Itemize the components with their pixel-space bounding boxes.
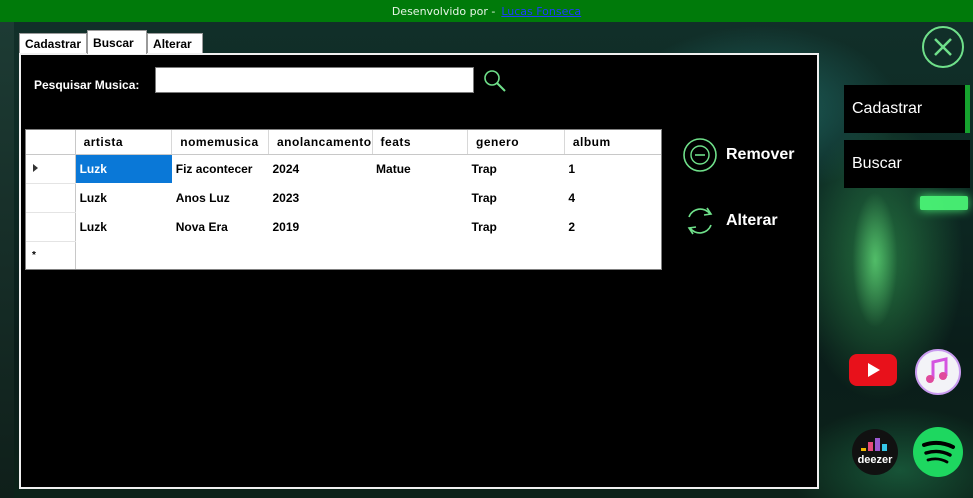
top-bar: Desenvolvido por - Lucas Fonseca (0, 0, 973, 22)
close-icon (934, 38, 952, 56)
cell-nomemusica[interactable]: Nova Era (172, 212, 269, 241)
sidebar-buscar-button[interactable]: Buscar (844, 140, 970, 188)
cell-anolancamento[interactable]: 2023 (269, 183, 373, 212)
cell-feats[interactable]: Matue (372, 154, 467, 183)
spotify-icon (913, 427, 963, 477)
cell-album[interactable]: 1 (564, 154, 661, 183)
buscar-panel: Pesquisar Musica: artista nomemusica ano… (19, 53, 819, 489)
cell-album[interactable]: 4 (564, 183, 661, 212)
remover-label: Remover (726, 146, 795, 163)
remover-button[interactable]: Remover (682, 137, 794, 173)
cell-artista[interactable]: Luzk (75, 212, 172, 241)
new-row-cells[interactable] (75, 241, 661, 269)
cell-anolancamento[interactable]: 2024 (269, 154, 373, 183)
cell-nomemusica[interactable]: Fiz acontecer (172, 154, 269, 183)
refresh-icon (687, 207, 713, 235)
remove-circle-icon (683, 138, 717, 172)
search-button[interactable] (481, 67, 509, 95)
cell-album[interactable]: 2 (564, 212, 661, 241)
cell-artista[interactable]: Luzk (75, 183, 172, 212)
search-icon (484, 70, 506, 92)
alterar-button[interactable]: Alterar (682, 203, 778, 239)
search-input[interactable] (155, 67, 474, 93)
background-figure (830, 160, 920, 360)
table-row[interactable]: Luzk Anos Luz 2023 Trap 4 (26, 183, 661, 213)
developer-link[interactable]: Lucas Fonseca (501, 5, 581, 18)
cell-anolancamento[interactable]: 2019 (269, 212, 373, 241)
cell-feats[interactable] (372, 183, 467, 212)
cell-nomemusica[interactable]: Anos Luz (172, 183, 269, 212)
tab-alterar[interactable]: Alterar (147, 33, 204, 54)
column-header-album[interactable]: album (564, 130, 661, 155)
itunes-icon (915, 349, 961, 395)
youtube-icon (849, 354, 897, 386)
column-header-feats[interactable]: feats (372, 130, 469, 155)
background-edge (0, 22, 14, 498)
developer-credit: Desenvolvido por - (391, 4, 496, 18)
cell-artista[interactable]: Luzk (75, 154, 172, 183)
deezer-wordmark: deezer (858, 454, 894, 466)
cell-feats[interactable] (372, 212, 467, 241)
background-neon-light (920, 196, 968, 210)
cell-genero[interactable]: Trap (468, 183, 565, 212)
deezer-icon: deezer (852, 429, 898, 475)
row-header[interactable] (26, 183, 76, 213)
search-label: Pesquisar Musica: (34, 78, 140, 92)
current-row-arrow-icon[interactable] (26, 154, 76, 184)
grid-header-row: artista nomemusica anolancamento feats g… (26, 130, 661, 155)
column-header-genero[interactable]: genero (467, 130, 565, 155)
deezer-button[interactable]: deezer (851, 428, 899, 476)
new-row[interactable]: * (26, 241, 661, 269)
itunes-button[interactable] (914, 348, 962, 396)
table-row[interactable]: Luzk Fiz acontecer 2024 Matue Trap 1 (26, 154, 661, 184)
row-header-corner (26, 130, 76, 155)
row-header[interactable] (26, 212, 76, 242)
table-row[interactable]: Luzk Nova Era 2019 Trap 2 (26, 212, 661, 242)
column-header-nomemusica[interactable]: nomemusica (171, 130, 269, 155)
column-header-anolancamento[interactable]: anolancamento (268, 130, 373, 155)
tab-cadastrar[interactable]: Cadastrar (19, 33, 88, 54)
sidebar-cadastrar-button[interactable]: Cadastrar (844, 85, 970, 133)
new-row-marker[interactable]: * (26, 241, 76, 269)
results-grid[interactable]: artista nomemusica anolancamento feats g… (25, 129, 662, 270)
column-header-artista[interactable]: artista (75, 130, 173, 155)
cell-genero[interactable]: Trap (468, 154, 565, 183)
close-button[interactable] (922, 26, 964, 68)
tab-buscar[interactable]: Buscar (87, 30, 148, 54)
youtube-button[interactable] (849, 350, 897, 390)
cell-genero[interactable]: Trap (468, 212, 565, 241)
alterar-label: Alterar (726, 212, 778, 229)
tab-bar: Cadastrar Buscar Alterar (19, 30, 204, 54)
spotify-button[interactable] (912, 426, 963, 477)
